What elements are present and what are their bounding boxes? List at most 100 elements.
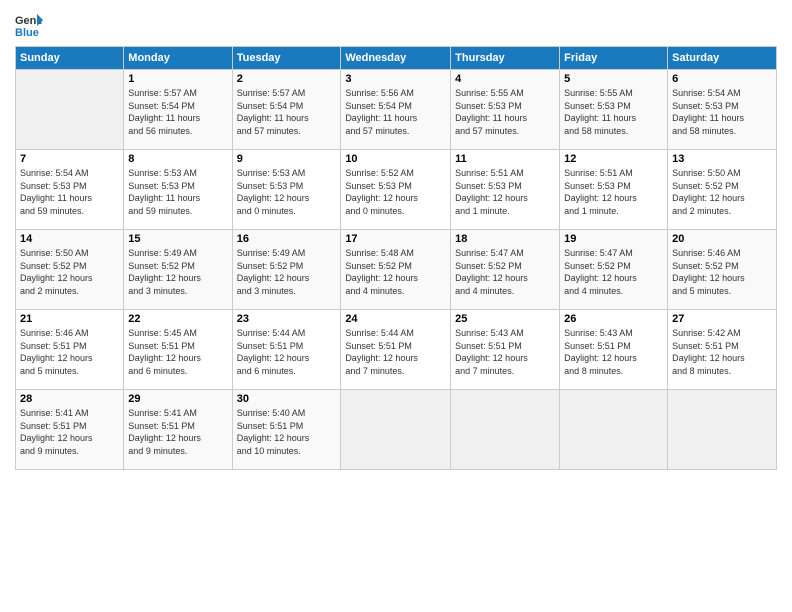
day-number: 2 (237, 73, 337, 85)
header-cell-saturday: Saturday (668, 47, 777, 70)
day-number: 16 (237, 233, 337, 245)
header-cell-monday: Monday (124, 47, 232, 70)
day-info: Sunrise: 5:50 AM Sunset: 5:52 PM Dayligh… (20, 247, 119, 297)
page-header: General Blue (15, 10, 777, 38)
day-number: 30 (237, 393, 337, 405)
day-info: Sunrise: 5:41 AM Sunset: 5:51 PM Dayligh… (128, 407, 227, 457)
calendar-cell: 16 Sunrise: 5:49 AM Sunset: 5:52 PM Dayli… (232, 230, 341, 310)
day-info: Sunrise: 5:43 AM Sunset: 5:51 PM Dayligh… (455, 327, 555, 377)
calendar-header-row: SundayMondayTuesdayWednesdayThursdayFrid… (16, 47, 777, 70)
calendar-cell (560, 390, 668, 470)
day-number: 9 (237, 153, 337, 165)
calendar-cell: 10 Sunrise: 5:52 AM Sunset: 5:53 PM Dayli… (341, 150, 451, 230)
day-info: Sunrise: 5:53 AM Sunset: 5:53 PM Dayligh… (128, 167, 227, 217)
day-info: Sunrise: 5:57 AM Sunset: 5:54 PM Dayligh… (237, 87, 337, 137)
day-info: Sunrise: 5:49 AM Sunset: 5:52 PM Dayligh… (128, 247, 227, 297)
calendar-body: 1 Sunrise: 5:57 AM Sunset: 5:54 PM Daylig… (16, 70, 777, 470)
svg-text:Blue: Blue (15, 27, 39, 38)
day-number: 19 (564, 233, 663, 245)
day-number: 3 (345, 73, 446, 85)
day-number: 20 (672, 233, 772, 245)
calendar-cell: 28 Sunrise: 5:41 AM Sunset: 5:51 PM Dayli… (16, 390, 124, 470)
calendar-cell (341, 390, 451, 470)
calendar-cell: 18Sunrise: 5:47 AM Sunset: 5:52 PM Dayli… (451, 230, 560, 310)
calendar-cell: 23Sunrise: 5:44 AM Sunset: 5:51 PM Dayli… (232, 310, 341, 390)
calendar-cell: 25 Sunrise: 5:43 AM Sunset: 5:51 PM Dayli… (451, 310, 560, 390)
logo-icon: General Blue (15, 10, 43, 38)
calendar-cell: 20 Sunrise: 5:46 AM Sunset: 5:52 PM Dayli… (668, 230, 777, 310)
day-info: Sunrise: 5:57 AM Sunset: 5:54 PM Dayligh… (128, 87, 227, 137)
day-number: 21 (20, 313, 119, 325)
day-number: 15 (128, 233, 227, 245)
day-info: Sunrise: 5:51 AM Sunset: 5:53 PM Dayligh… (455, 167, 555, 217)
calendar-cell: 11Sunrise: 5:51 AM Sunset: 5:53 PM Dayli… (451, 150, 560, 230)
day-info: Sunrise: 5:54 AM Sunset: 5:53 PM Dayligh… (672, 87, 772, 137)
calendar-cell: 13 Sunrise: 5:50 AM Sunset: 5:52 PM Dayli… (668, 150, 777, 230)
logo: General Blue (15, 10, 47, 38)
day-info: Sunrise: 5:50 AM Sunset: 5:52 PM Dayligh… (672, 167, 772, 217)
day-number: 6 (672, 73, 772, 85)
calendar-cell: 7Sunrise: 5:54 AM Sunset: 5:53 PM Daylig… (16, 150, 124, 230)
calendar-cell: 6 Sunrise: 5:54 AM Sunset: 5:53 PM Daylig… (668, 70, 777, 150)
header-cell-friday: Friday (560, 47, 668, 70)
calendar-cell: 22 Sunrise: 5:45 AM Sunset: 5:51 PM Dayli… (124, 310, 232, 390)
day-number: 25 (455, 313, 555, 325)
day-info: Sunrise: 5:47 AM Sunset: 5:52 PM Dayligh… (455, 247, 555, 297)
day-number: 26 (564, 313, 663, 325)
calendar-week-5: 28 Sunrise: 5:41 AM Sunset: 5:51 PM Dayli… (16, 390, 777, 470)
calendar-table: SundayMondayTuesdayWednesdayThursdayFrid… (15, 46, 777, 470)
calendar-cell: 12 Sunrise: 5:51 AM Sunset: 5:53 PM Dayli… (560, 150, 668, 230)
day-info: Sunrise: 5:54 AM Sunset: 5:53 PM Dayligh… (20, 167, 119, 217)
day-number: 4 (455, 73, 555, 85)
day-number: 14 (20, 233, 119, 245)
calendar-cell: 29 Sunrise: 5:41 AM Sunset: 5:51 PM Dayli… (124, 390, 232, 470)
calendar-cell: 27 Sunrise: 5:42 AM Sunset: 5:51 PM Dayli… (668, 310, 777, 390)
day-info: Sunrise: 5:47 AM Sunset: 5:52 PM Dayligh… (564, 247, 663, 297)
day-info: Sunrise: 5:41 AM Sunset: 5:51 PM Dayligh… (20, 407, 119, 457)
day-info: Sunrise: 5:44 AM Sunset: 5:51 PM Dayligh… (345, 327, 446, 377)
calendar-cell: 8 Sunrise: 5:53 AM Sunset: 5:53 PM Daylig… (124, 150, 232, 230)
calendar-cell: 15 Sunrise: 5:49 AM Sunset: 5:52 PM Dayli… (124, 230, 232, 310)
calendar-cell: 9 Sunrise: 5:53 AM Sunset: 5:53 PM Daylig… (232, 150, 341, 230)
day-number: 1 (128, 73, 227, 85)
day-info: Sunrise: 5:48 AM Sunset: 5:52 PM Dayligh… (345, 247, 446, 297)
day-number: 8 (128, 153, 227, 165)
day-number: 12 (564, 153, 663, 165)
day-number: 27 (672, 313, 772, 325)
day-info: Sunrise: 5:42 AM Sunset: 5:51 PM Dayligh… (672, 327, 772, 377)
calendar-cell: 30 Sunrise: 5:40 AM Sunset: 5:51 PM Dayli… (232, 390, 341, 470)
day-info: Sunrise: 5:51 AM Sunset: 5:53 PM Dayligh… (564, 167, 663, 217)
calendar-cell: 19 Sunrise: 5:47 AM Sunset: 5:52 PM Dayli… (560, 230, 668, 310)
calendar-cell: 17 Sunrise: 5:48 AM Sunset: 5:52 PM Dayli… (341, 230, 451, 310)
day-info: Sunrise: 5:49 AM Sunset: 5:52 PM Dayligh… (237, 247, 337, 297)
day-number: 5 (564, 73, 663, 85)
day-number: 13 (672, 153, 772, 165)
day-number: 22 (128, 313, 227, 325)
header-cell-thursday: Thursday (451, 47, 560, 70)
header-cell-wednesday: Wednesday (341, 47, 451, 70)
calendar-cell: 2 Sunrise: 5:57 AM Sunset: 5:54 PM Daylig… (232, 70, 341, 150)
day-info: Sunrise: 5:46 AM Sunset: 5:52 PM Dayligh… (672, 247, 772, 297)
day-info: Sunrise: 5:46 AM Sunset: 5:51 PM Dayligh… (20, 327, 119, 377)
day-number: 29 (128, 393, 227, 405)
calendar-cell (16, 70, 124, 150)
calendar-cell: 24 Sunrise: 5:44 AM Sunset: 5:51 PM Dayli… (341, 310, 451, 390)
calendar-cell: 5Sunrise: 5:55 AM Sunset: 5:53 PM Daylig… (560, 70, 668, 150)
header-cell-sunday: Sunday (16, 47, 124, 70)
day-info: Sunrise: 5:40 AM Sunset: 5:51 PM Dayligh… (237, 407, 337, 457)
day-number: 24 (345, 313, 446, 325)
day-number: 28 (20, 393, 119, 405)
calendar-cell (668, 390, 777, 470)
day-number: 10 (345, 153, 446, 165)
day-info: Sunrise: 5:53 AM Sunset: 5:53 PM Dayligh… (237, 167, 337, 217)
calendar-week-1: 1 Sunrise: 5:57 AM Sunset: 5:54 PM Daylig… (16, 70, 777, 150)
calendar-week-3: 14 Sunrise: 5:50 AM Sunset: 5:52 PM Dayli… (16, 230, 777, 310)
day-number: 17 (345, 233, 446, 245)
calendar-cell: 1 Sunrise: 5:57 AM Sunset: 5:54 PM Daylig… (124, 70, 232, 150)
calendar-cell: 26Sunrise: 5:43 AM Sunset: 5:51 PM Dayli… (560, 310, 668, 390)
day-info: Sunrise: 5:55 AM Sunset: 5:53 PM Dayligh… (455, 87, 555, 137)
day-info: Sunrise: 5:52 AM Sunset: 5:53 PM Dayligh… (345, 167, 446, 217)
day-number: 23 (237, 313, 337, 325)
day-info: Sunrise: 5:45 AM Sunset: 5:51 PM Dayligh… (128, 327, 227, 377)
header-cell-tuesday: Tuesday (232, 47, 341, 70)
